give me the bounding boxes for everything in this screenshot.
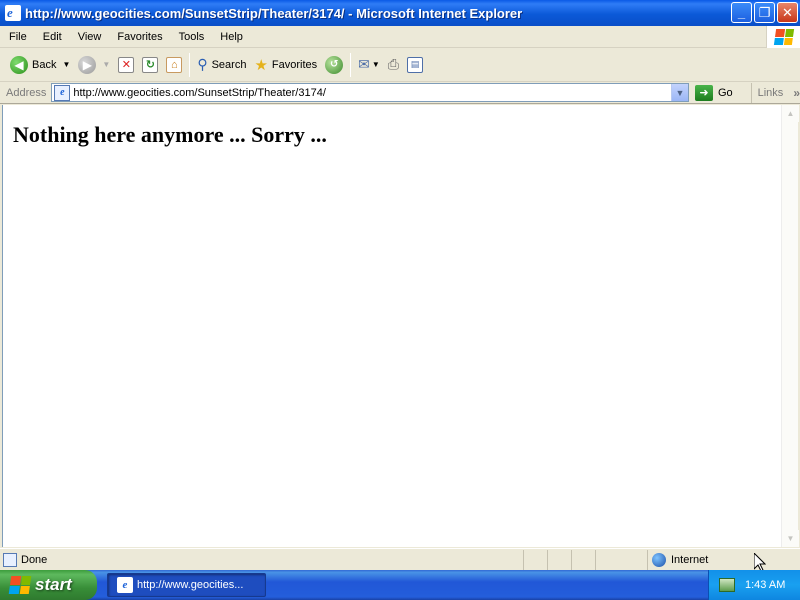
address-label: Address [6,86,47,99]
title-bar[interactable]: e http://www.geocities.com/SunsetStrip/T… [0,0,800,26]
mail-icon: ✉ [358,56,370,72]
page-heading: Nothing here anymore ... Sorry ... [13,122,327,147]
minimize-button[interactable]: _ [731,2,752,23]
favorites-button[interactable]: ★ Favorites [250,51,321,79]
refresh-icon: ↻ [142,56,159,73]
forward-dropdown-icon[interactable]: ▼ [102,60,110,69]
start-label: start [35,575,72,594]
menu-edit[interactable]: Edit [35,31,70,43]
search-icon: ⚲ [197,56,208,72]
page-status-icon [3,552,17,567]
back-arrow-icon: ◀ [10,55,28,74]
search-label: Search [211,58,247,71]
taskbar: start e http://www.geocities... 1:43 AM [0,570,800,600]
taskbar-item-ie[interactable]: e http://www.geocities... [107,573,266,597]
standard-toolbar: ◀ Back ▼ ▶ ▼ ✕ ↻ ⌂ ⚲ Search ★ Favorites … [0,48,800,82]
start-button[interactable]: start [0,570,97,600]
forward-button[interactable]: ▶ ▼ [74,51,114,79]
links-label: Links [757,86,784,99]
history-button[interactable]: ↺ [321,51,347,79]
scroll-up-icon[interactable]: ▲ [782,105,799,122]
search-button[interactable]: ⚲ Search [193,51,250,79]
forward-arrow-icon: ▶ [78,55,97,74]
favorites-label: Favorites [271,58,318,71]
refresh-button[interactable]: ↻ [138,51,162,79]
address-dropdown-icon[interactable]: ▼ [670,84,688,101]
ie-icon[interactable]: e [5,5,21,21]
print-button[interactable]: ⎙ [384,51,403,79]
scroll-down-icon[interactable]: ▼ [782,530,799,547]
menu-file[interactable]: File [0,31,35,43]
windows-flag-icon [8,576,32,594]
status-cell [547,549,571,570]
status-main: Done [0,550,523,570]
home-icon: ⌂ [166,56,183,73]
page-content: Nothing here anymore ... Sorry ... [2,105,781,547]
back-button[interactable]: ◀ Back ▼ [6,51,74,79]
edit-button[interactable]: ▤ [403,51,427,79]
address-url[interactable]: http://www.geocities.com/SunsetStrip/The… [73,87,326,99]
zone-label: Internet [671,553,709,566]
mail-button[interactable]: ✉ ▼ [354,51,384,79]
go-button[interactable]: ➜ Go [694,84,733,101]
vertical-scrollbar[interactable]: ▲ ▼ [781,105,799,547]
close-button[interactable]: ✕ [777,2,798,23]
history-icon: ↺ [325,55,344,74]
clock[interactable]: 1:43 AM [745,579,785,591]
taskbar-item-label: http://www.geocities... [137,579,244,591]
menu-favorites[interactable]: Favorites [109,31,170,43]
favorites-star-icon: ★ [254,56,268,74]
toolbar-separator [189,52,191,77]
printer-icon: ⎙ [387,56,399,72]
back-label: Back [32,58,57,71]
menu-help[interactable]: Help [212,31,251,43]
edit-page-icon: ▤ [407,56,423,73]
window-title: http://www.geocities.com/SunsetStrip/The… [25,5,523,21]
menu-view[interactable]: View [70,31,110,43]
home-button[interactable]: ⌂ [162,51,186,79]
stop-button[interactable]: ✕ [114,51,138,79]
globe-icon [652,552,666,567]
windows-logo-icon [766,26,800,48]
page-icon: e [54,84,71,101]
status-cell [595,549,647,570]
mail-dropdown-icon[interactable]: ▼ [372,60,380,69]
ie-icon: e [117,577,133,593]
links-toolbar[interactable]: Links » [750,82,800,103]
back-dropdown-icon[interactable]: ▼ [62,60,70,69]
status-bar: Done Internet [0,548,800,570]
restore-button[interactable]: ❐ [754,2,775,23]
stop-icon: ✕ [118,56,135,73]
chevron-right-icon[interactable]: » [793,86,800,100]
menu-bar: File Edit View Favorites Tools Help [0,26,800,48]
toolbar-separator [350,52,352,77]
status-cell [571,549,595,570]
status-cell [523,549,547,570]
address-input[interactable]: e http://www.geocities.com/SunsetStrip/T… [51,83,689,102]
status-text: Done [21,553,48,566]
security-zone[interactable]: Internet [647,549,797,570]
menu-tools[interactable]: Tools [171,31,213,43]
address-bar: Address e http://www.geocities.com/Sunse… [0,82,800,104]
window-controls: _ ❐ ✕ [731,2,798,23]
go-arrow-icon: ➜ [694,84,713,101]
go-label: Go [717,86,733,99]
system-tray: 1:43 AM [708,570,800,600]
network-icon[interactable] [719,578,735,592]
